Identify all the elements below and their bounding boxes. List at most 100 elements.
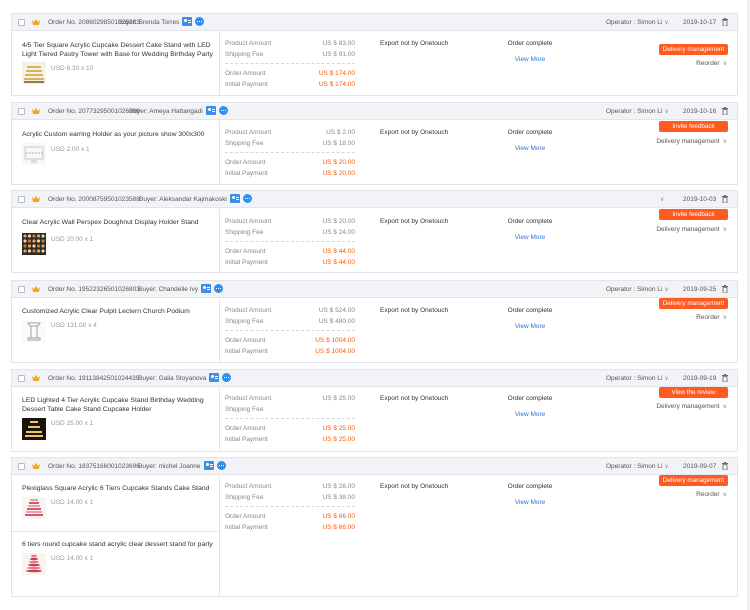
amount-divider [225, 63, 355, 64]
secondary-action-label[interactable]: Reorder [696, 60, 719, 67]
product-title[interactable]: LED Lighted 4 Tier Acrylic Cupcake Stand… [22, 397, 214, 414]
order-number-value[interactable]: 18375166001023696 [78, 463, 139, 470]
trash-icon[interactable] [722, 462, 728, 470]
trash-icon[interactable] [722, 195, 728, 203]
view-more-link[interactable]: View More [507, 499, 553, 506]
secondary-action-label[interactable]: Delivery management [656, 226, 719, 233]
product-title[interactable]: 6 tiers round cupcake stand acrylic clea… [22, 541, 214, 550]
operator-name: Simon Li [637, 108, 663, 115]
secondary-action-label[interactable]: Delivery management [656, 138, 719, 145]
chat-dots [244, 198, 246, 199]
secondary-action[interactable]: Reorder ∨ [696, 491, 727, 498]
order-checkbox[interactable] [18, 108, 25, 115]
primary-action-button[interactable]: View the review [659, 387, 728, 398]
secondary-action-label[interactable]: Delivery management [656, 403, 719, 410]
contact-card-icon[interactable] [209, 373, 220, 382]
view-more-link[interactable]: View More [507, 145, 553, 152]
product-thumbnail[interactable] [22, 553, 46, 575]
trash-icon[interactable] [722, 374, 728, 382]
secondary-action[interactable]: Reorder ∨ [696, 60, 727, 67]
trash-icon[interactable] [722, 107, 728, 115]
order-checkbox[interactable] [18, 463, 25, 470]
chat-dots [218, 465, 220, 466]
order-card: Order No. 19522326501026803 Buyer: Chande… [11, 280, 738, 363]
product-amount-value: US $ 524.00 [318, 307, 355, 314]
order-card: Order No. 19113842501024439 Buyer: Galia … [11, 369, 738, 452]
order-checkbox[interactable] [18, 286, 25, 293]
primary-action-button[interactable]: Invite feedback [659, 121, 728, 132]
secondary-action[interactable]: Delivery management ∨ [656, 226, 727, 233]
view-more-link[interactable]: View More [507, 323, 553, 330]
secondary-action[interactable]: Reorder ∨ [696, 314, 727, 321]
contact-card-icon[interactable] [201, 284, 211, 293]
podium-image [22, 320, 46, 342]
chevron-down-icon: ∨ [722, 61, 727, 67]
product-thumbnail[interactable] [22, 143, 46, 165]
operator-select[interactable]: Operator : Simon Li ∨ [606, 108, 669, 115]
product-title[interactable]: Plexiglass Square Acrylic 6 Tiers Cupcak… [22, 485, 214, 494]
contact-card-icon[interactable] [205, 106, 216, 115]
contact-card-icon[interactable] [203, 461, 214, 470]
product-title[interactable]: Clear Acrylic Wall Perspex Doughnut Disp… [22, 219, 214, 228]
chat-icon[interactable] [216, 461, 226, 470]
secondary-action[interactable]: Delivery management ∨ [656, 403, 727, 410]
order-number[interactable]: Order No. 18375166001023696 [48, 463, 140, 470]
amount-divider [225, 152, 355, 153]
view-more-link[interactable]: View More [507, 411, 553, 418]
primary-action-button[interactable]: Delivery management [659, 298, 728, 309]
chevron-down-icon: ∨ [664, 464, 669, 470]
product-title[interactable]: 4/5 Tier Square Acrylic Cupcake Dessert … [22, 42, 214, 59]
order-number-value[interactable]: 19113842501024439 [78, 375, 139, 382]
product-thumbnail[interactable] [22, 497, 46, 519]
chat-icon[interactable] [214, 284, 223, 293]
order-header: Order No. 20860298501025233 Buyer: Brenda… [12, 14, 737, 31]
buyer-name: Aleksandar Kajmakoski [159, 196, 227, 203]
order-checkbox[interactable] [18, 375, 25, 382]
operator-select[interactable]: Operator : Simon Li ∨ [606, 286, 669, 293]
chat-icon[interactable] [242, 194, 252, 203]
product-thumbnail[interactable] [22, 418, 46, 440]
order-card: Order No. 18375166001023696 Buyer: michel… [11, 457, 738, 597]
order-number[interactable]: Order No. 20773295001026899 [48, 108, 140, 115]
contact-card-icon[interactable] [182, 17, 193, 26]
order-number[interactable]: Order No. 20008759501023588 [48, 196, 140, 203]
order-number-value[interactable]: 20008759501023588 [78, 196, 139, 203]
primary-action-button[interactable]: Delivery management [659, 475, 728, 486]
buyer-info: Buyer: Galia Stoyanova [138, 375, 206, 382]
chevron-down-icon[interactable]: ∨ [660, 196, 664, 203]
order-number-value[interactable]: 19522326501026803 [78, 286, 139, 293]
secondary-action-label[interactable]: Reorder [696, 491, 719, 498]
chat-icon[interactable] [218, 106, 228, 115]
operator-select[interactable]: Operator : Simon Li ∨ [606, 19, 669, 26]
primary-action-button[interactable]: Invite feedback [659, 209, 728, 220]
order-amount-row: Order Amount US $ 174.00 [225, 70, 355, 80]
product-amount-row: Product Amount US $ 524.00 [225, 307, 355, 317]
order-amount-label: Order Amount [225, 159, 266, 166]
product-title[interactable]: Customized Acrylic Clear Pulpit Lectern … [22, 308, 214, 317]
order-number[interactable]: Order No. 19522326501026803 [48, 286, 140, 293]
order-number[interactable]: Order No. 19113842501024439 [48, 375, 139, 382]
chat-icon[interactable] [195, 17, 205, 26]
order-checkbox[interactable] [18, 19, 25, 26]
view-more-link[interactable]: View More [507, 234, 553, 241]
secondary-action-label[interactable]: Reorder [696, 314, 719, 321]
product-thumbnail[interactable] [22, 62, 46, 84]
trash-icon[interactable] [722, 18, 728, 26]
contact-card-dot [203, 286, 206, 289]
trash-icon[interactable] [722, 285, 728, 293]
primary-action-button[interactable]: Delivery management [659, 44, 728, 55]
chevron-down-icon: ∨ [722, 139, 727, 145]
contact-card-icon[interactable] [229, 194, 240, 203]
order-checkbox[interactable] [18, 196, 25, 203]
operator-select[interactable]: Operator : Simon Li ∨ [606, 463, 669, 470]
shipping-fee-label: Shipping Fee [225, 50, 264, 58]
product-thumbnail[interactable] [22, 233, 46, 255]
chat-icon[interactable] [222, 373, 232, 382]
initial-payment-label: Initial Payment [225, 435, 268, 443]
product-thumbnail[interactable] [22, 320, 46, 342]
secondary-action[interactable]: Delivery management ∨ [656, 138, 727, 145]
product-title[interactable]: Acrylic Custom earring Holder as your pi… [22, 131, 214, 140]
order-status: Order complete [507, 218, 553, 225]
view-more-link[interactable]: View More [507, 56, 553, 63]
operator-select[interactable]: Operator : Simon Li ∨ [606, 375, 669, 382]
